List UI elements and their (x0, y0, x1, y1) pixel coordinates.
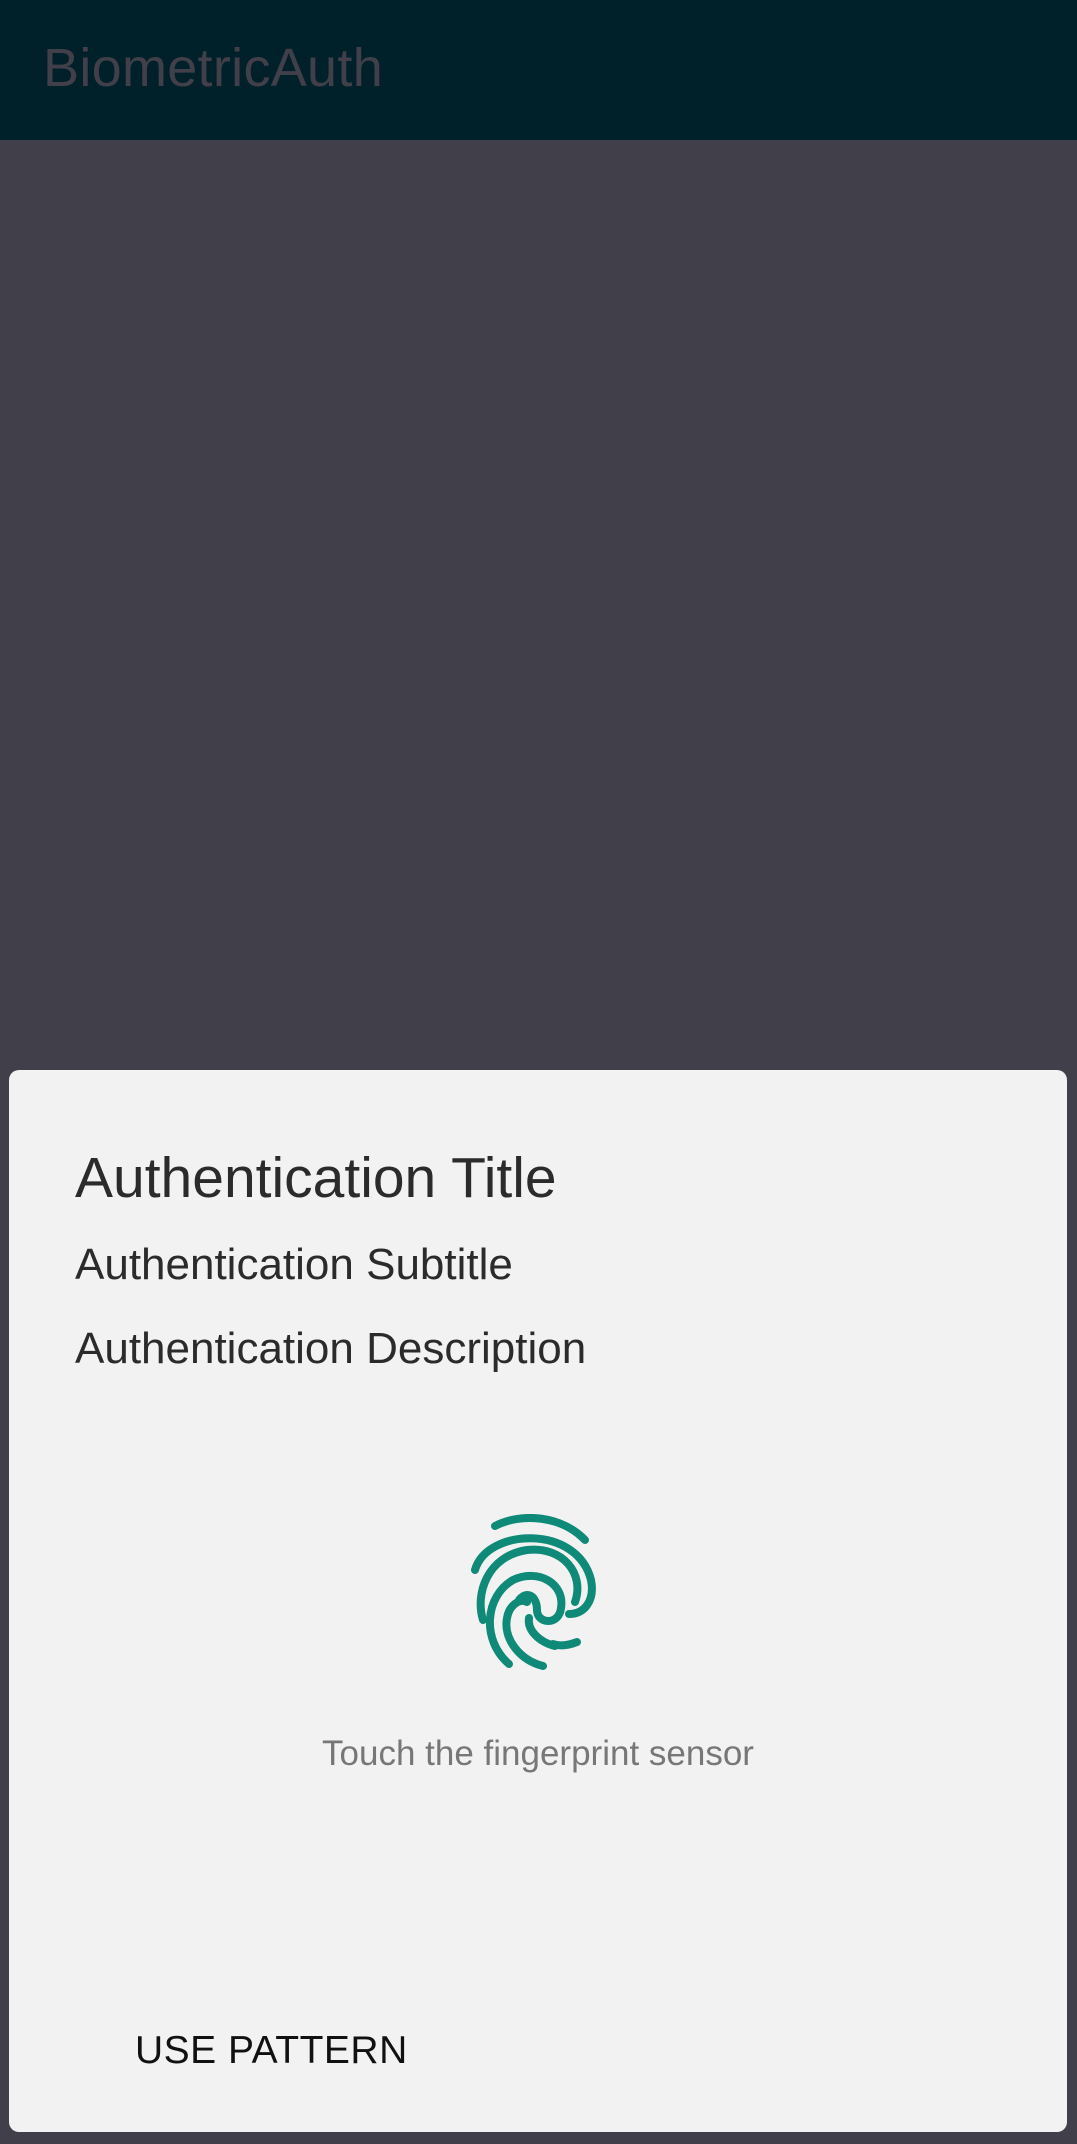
use-pattern-button[interactable]: USE PATTERN (119, 2022, 424, 2080)
app-bar: BiometricAuth (0, 0, 1077, 140)
fingerprint-icon (467, 1513, 607, 1674)
dialog-title: Authentication Title (75, 1146, 557, 1210)
dialog-description: Authentication Description (75, 1324, 587, 1373)
fingerprint-hint: Touch the fingerprint sensor (322, 1734, 754, 1773)
dialog-subtitle: Authentication Subtitle (75, 1240, 513, 1289)
app-title: BiometricAuth (43, 38, 384, 98)
biometric-prompt-dialog: Authentication Title Authentication Subt… (9, 1070, 1067, 2132)
